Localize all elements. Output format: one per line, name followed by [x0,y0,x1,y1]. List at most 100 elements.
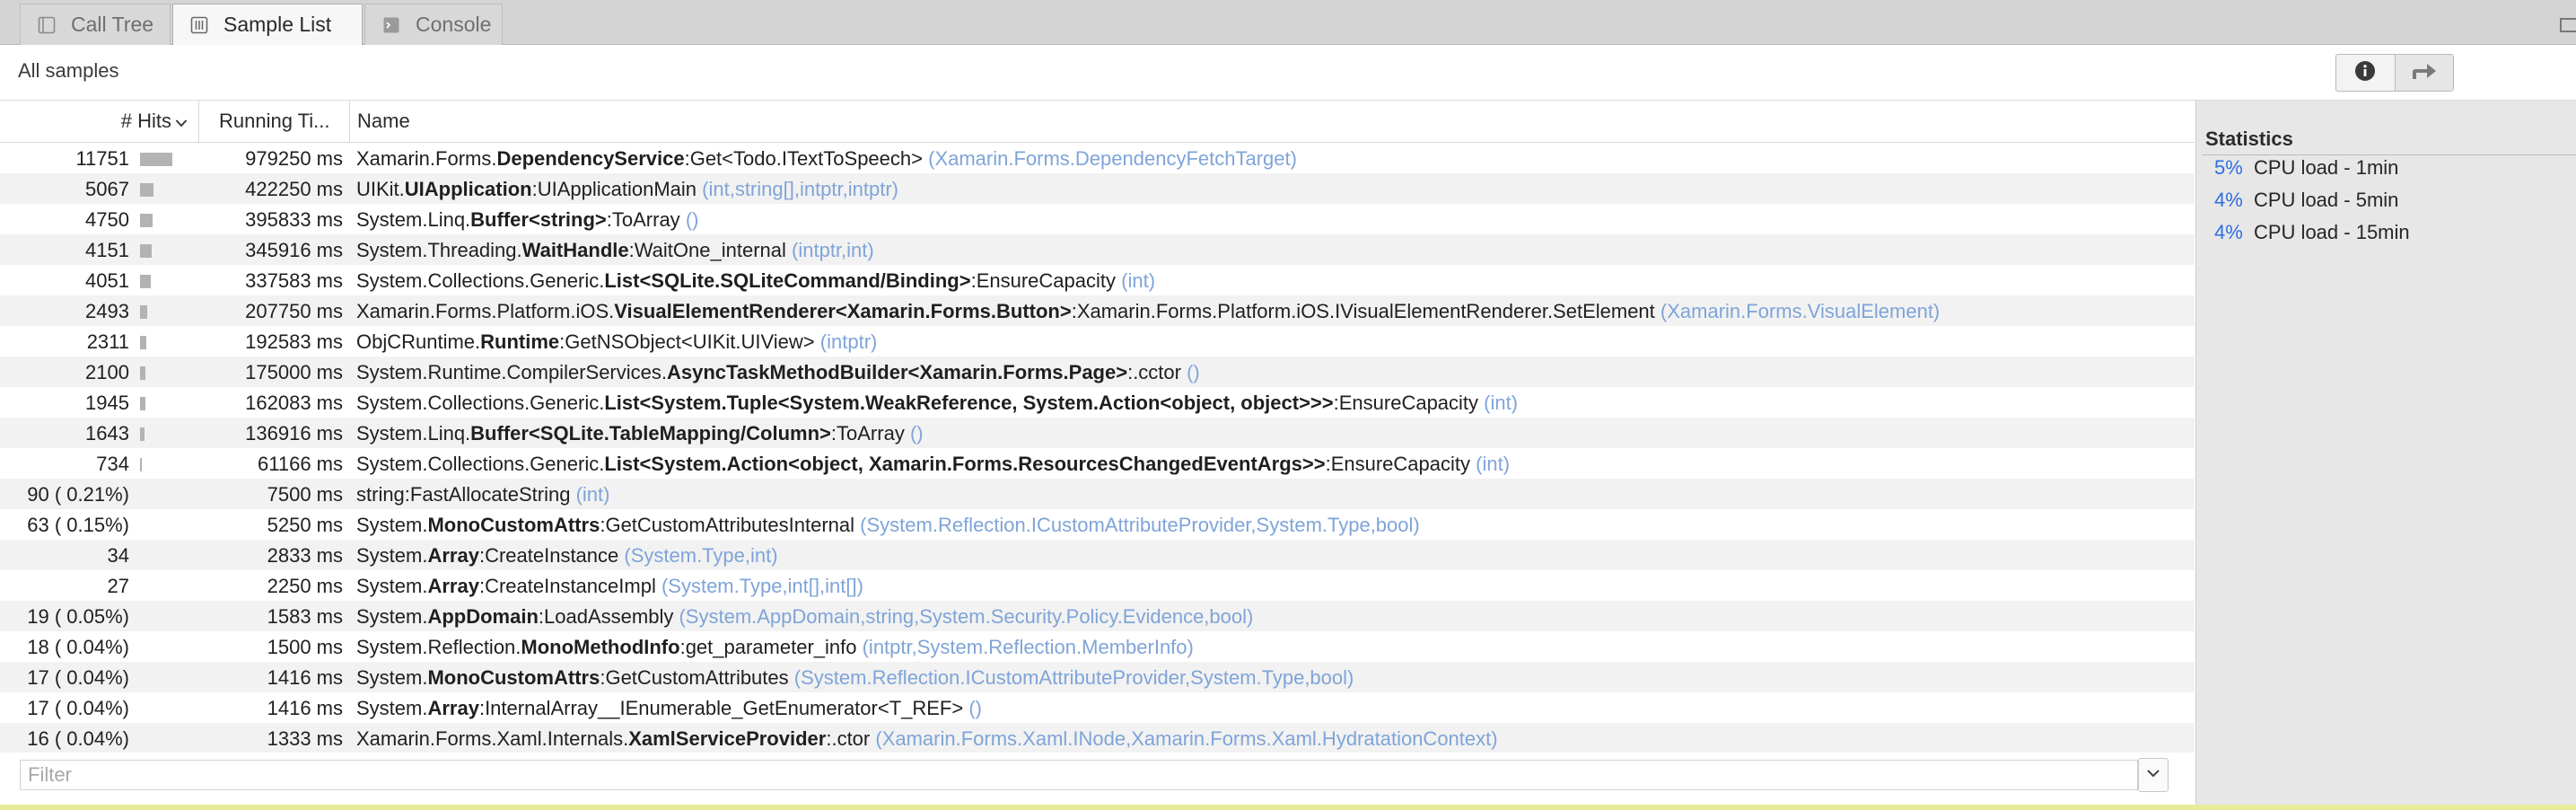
name-class: Array [427,544,479,567]
table-header: # Hits Running Ti... Name [0,101,2195,143]
method-name-cell: string:FastAllocateString (int) [356,483,609,506]
running-time-cell: 1583 ms [267,605,343,628]
stat-label: CPU load - 1min [2254,156,2399,179]
hits-cell: 2311 [86,330,129,353]
tab-call-tree[interactable]: Call Tree [20,4,171,45]
name-params: (int,string[],intptr,intptr) [702,178,898,200]
hits-cell: 90 ( 0.21%) [27,483,129,506]
tab-console[interactable]: Console [364,4,503,45]
header-button-group [2335,54,2454,92]
method-name-cell: System.Reflection.MonoMethodInfo:get_par… [356,636,1194,659]
running-time-cell: 422250 ms [245,178,343,200]
statistics-title: Statistics [2205,128,2293,150]
table-row[interactable]: 19 ( 0.05%) 1583 ms System.AppDomain:LoadA… [0,601,2195,631]
column-header-hits[interactable]: # Hits [0,101,199,142]
hits-cell: 18 ( 0.04%) [27,636,129,658]
name-prefix: System.Threading. [356,239,522,261]
name-params: (intptr,int) [792,239,874,261]
table-body: 11751 979250 ms Xamarin.Forms.DependencySe… [0,143,2195,753]
table-row[interactable]: 16 ( 0.04%) 1333 ms Xamarin.Forms.Xaml.Int… [0,723,2195,753]
table-row[interactable]: 4151 345916 ms System.Threading.WaitHandle… [0,234,2195,265]
table-row[interactable]: 34 2833 ms System.Array:CreateInstance (Sy… [0,540,2195,570]
status-strip [0,805,2576,810]
name-params: (int) [1484,392,1519,414]
name-class: MonoMethodInfo [521,636,680,658]
table-row[interactable]: 17 ( 0.04%) 1416 ms System.Array:InternalA… [0,692,2195,723]
name-params: () [685,208,699,231]
table-row[interactable]: 734 61166 ms System.Collections.Generic.Li… [0,448,2195,479]
running-time-cell: 2833 ms [267,544,343,567]
running-time-cell: 1416 ms [267,666,343,689]
table-row[interactable]: 17 ( 0.04%) 1416 ms System.MonoCustomAttrs… [0,662,2195,692]
hits-cell: 4151 [85,239,129,261]
method-name-cell: System.Array:CreateInstance (System.Type… [356,544,778,568]
table-row[interactable]: 1643 136916 ms System.Linq.Buffer<SQLite.T… [0,418,2195,448]
name-prefix: System. [356,514,428,536]
hits-cell: 5067 [85,178,129,200]
column-header-running-time[interactable]: Running Ti... [199,101,350,142]
name-member: :EnsureCapacity [970,269,1117,292]
filter-input[interactable] [20,760,2138,790]
column-header-name[interactable]: Name [350,101,410,142]
name-class: DependencyService [496,147,685,170]
stat-item: 4% CPU load - 5min [2214,189,2398,212]
name-class: Buffer<string> [470,208,607,231]
forward-button[interactable] [2394,55,2453,91]
table-row[interactable]: 2311 192583 ms ObjCRuntime.Runtime:GetNSOb… [0,326,2195,357]
name-params: (intptr,System.Reflection.MemberInfo) [862,636,1194,658]
name-class: MonoCustomAttrs [427,666,600,689]
stat-item: 4% CPU load - 15min [2214,221,2410,244]
name-member: :EnsureCapacity [1325,453,1471,475]
hits-cell: 16 ( 0.04%) [27,727,129,750]
table-row[interactable]: 18 ( 0.04%) 1500 ms System.Reflection.Mono… [0,631,2195,662]
name-prefix: System.Collections.Generic. [356,392,605,414]
name-class: Array [427,697,479,719]
tab-label: Sample List [223,13,332,36]
table-row[interactable]: 5067 422250 ms UIKit.UIApplication:UIAppli… [0,173,2195,204]
method-name-cell: UIKit.UIApplication:UIApplicationMain (i… [356,178,898,201]
name-member: :.ctor [826,727,871,750]
running-time-cell: 345916 ms [245,239,343,261]
hits-bar [140,458,142,471]
running-time-cell: 207750 ms [245,300,343,322]
table-row[interactable]: 63 ( 0.15%) 5250 ms System.MonoCustomAttrs… [0,509,2195,540]
stat-percent: 4% [2214,189,2243,211]
running-time-cell: 395833 ms [245,208,343,231]
tab-sample-list[interactable]: Sample List [172,4,363,45]
statistics-panel: Statistics 5% CPU load - 1min 4% CPU load … [2195,101,2576,805]
name-prefix: Xamarin.Forms.Xaml.Internals. [356,727,629,750]
table-row[interactable]: 2100 175000 ms System.Runtime.CompilerServ… [0,357,2195,387]
name-params: () [968,697,983,719]
filter-dropdown-button[interactable] [2138,758,2169,792]
running-time-cell: 1500 ms [267,636,343,658]
table-row[interactable]: 2493 207750 ms Xamarin.Forms.Platform.iOS.… [0,295,2195,326]
info-button[interactable] [2336,55,2395,91]
table-row[interactable]: 27 2250 ms System.Array:CreateInstanceImpl… [0,570,2195,601]
table-row[interactable]: 1945 162083 ms System.Collections.Generic.… [0,387,2195,418]
method-name-cell: ObjCRuntime.Runtime:GetNSObject<UIKit.UI… [356,330,877,354]
column-header-label: Name [357,110,410,132]
name-class: AppDomain [427,605,539,628]
hits-bar [140,366,145,380]
call-tree-icon [35,13,58,37]
table-row[interactable]: 11751 979250 ms Xamarin.Forms.DependencySe… [0,143,2195,173]
name-class: MonoCustomAttrs [427,514,600,536]
hits-cell: 17 ( 0.04%) [27,666,129,689]
method-name-cell: System.Linq.Buffer<SQLite.TableMapping/C… [356,422,924,445]
table-row[interactable]: 4750 395833 ms System.Linq.Buffer<string>:… [0,204,2195,234]
name-prefix: Xamarin.Forms.Platform.iOS. [356,300,615,322]
name-prefix: System.Collections.Generic. [356,269,605,292]
panel-toggle-icon[interactable] [2560,18,2576,32]
hits-cell: 63 ( 0.15%) [27,514,129,536]
table-row[interactable]: 90 ( 0.21%) 7500 ms string:FastAllocateStr… [0,479,2195,509]
method-name-cell: System.Threading.WaitHandle:WaitOne_inte… [356,239,874,262]
method-name-cell: System.Array:InternalArray__IEnumerable_… [356,697,982,720]
hits-bar [140,214,153,227]
method-name-cell: Xamarin.Forms.DependencyService:Get<Todo… [356,147,1297,171]
method-name-cell: System.Collections.Generic.List<System.T… [356,392,1518,415]
hits-bar [140,244,152,258]
hits-cell: 27 [107,575,129,597]
table-row[interactable]: 4051 337583 ms System.Collections.Generic.… [0,265,2195,295]
stat-label: CPU load - 15min [2254,221,2410,243]
sample-list-icon [188,13,211,37]
